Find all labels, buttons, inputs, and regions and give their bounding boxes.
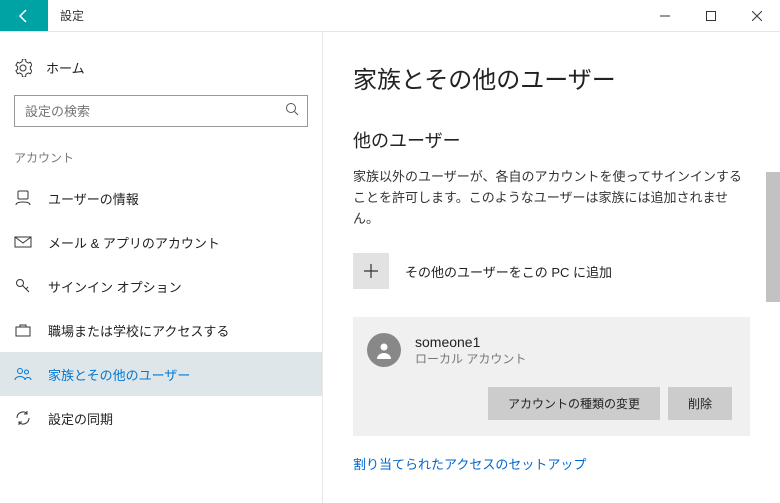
scrollbar[interactable] [766,62,780,503]
user-card: someone1 ローカル アカウント アカウントの種類の変更 削除 [353,317,750,436]
add-user-label: その他のユーザーをこの PC に追加 [405,262,612,281]
page-title: 家族とその他のユーザー [353,60,750,95]
change-account-type-button[interactable]: アカウントの種類の変更 [488,387,660,420]
sidebar: ホーム アカウント ユーザーの情報 メール & アプリのアカウント サインイン … [0,32,322,503]
arrow-left-icon [16,8,32,24]
sidebar-section-title: アカウント [0,145,322,176]
window-title: 設定 [48,0,642,31]
person-icon [374,340,394,360]
sync-icon [14,409,32,427]
add-user-row[interactable]: その他のユーザーをこの PC に追加 [353,253,750,289]
plus-icon [363,263,379,279]
sidebar-item-label: 家族とその他のユーザー [48,365,190,384]
main-panel: 家族とその他のユーザー 他のユーザー 家族以外のユーザーが、各自のアカウントを使… [322,32,780,503]
minimize-button[interactable] [642,0,688,31]
key-icon [14,277,32,295]
people-icon [14,365,32,383]
add-button[interactable] [353,253,389,289]
avatar [367,333,401,367]
close-icon [752,11,762,21]
remove-button[interactable]: 削除 [668,387,732,420]
user-name: someone1 [415,334,526,350]
section-heading: 他のユーザー [353,127,750,153]
sidebar-item-label: サインイン オプション [48,277,182,296]
sidebar-item-work-school[interactable]: 職場または学校にアクセスする [0,308,322,352]
person-outline-icon [14,189,32,207]
search-box[interactable] [14,95,308,127]
user-header[interactable]: someone1 ローカル アカウント [367,333,732,367]
sidebar-item-label: 職場または学校にアクセスする [48,321,229,340]
assigned-access-link[interactable]: 割り当てられたアクセスのセットアップ [353,454,586,473]
sidebar-item-label: メール & アプリのアカウント [48,233,220,252]
search-icon [285,102,299,121]
briefcase-icon [14,321,32,339]
sidebar-item-label: ユーザーの情報 [48,189,139,208]
sidebar-item-sync[interactable]: 設定の同期 [0,396,322,440]
section-description: 家族以外のユーザーが、各自のアカウントを使ってサインインすることを許可します。こ… [353,167,750,229]
titlebar: 設定 [0,0,780,32]
sidebar-item-email-apps[interactable]: メール & アプリのアカウント [0,220,322,264]
sidebar-item-label: 設定の同期 [48,409,113,428]
minimize-icon [660,11,670,21]
maximize-button[interactable] [688,0,734,31]
sidebar-item-user-info[interactable]: ユーザーの情報 [0,176,322,220]
mail-icon [14,233,32,251]
sidebar-item-signin[interactable]: サインイン オプション [0,264,322,308]
user-type: ローカル アカウント [415,350,526,367]
home-label: ホーム [46,58,85,77]
close-button[interactable] [734,0,780,31]
search-input[interactable] [25,104,285,119]
sidebar-item-family-users[interactable]: 家族とその他のユーザー [0,352,322,396]
maximize-icon [706,11,716,21]
home-link[interactable]: ホーム [0,52,322,87]
gear-icon [14,59,32,77]
back-button[interactable] [0,0,48,31]
scroll-thumb[interactable] [766,172,780,302]
